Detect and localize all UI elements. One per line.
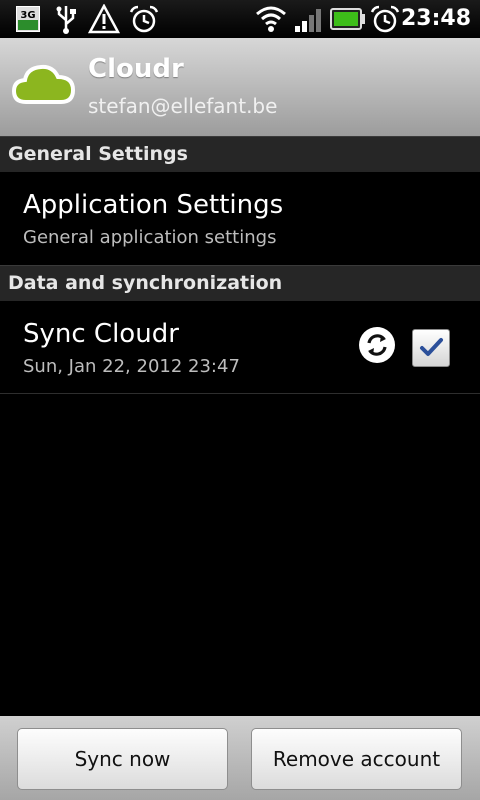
list-divider bbox=[0, 393, 480, 394]
wifi-icon bbox=[254, 4, 288, 38]
section-header-general-settings: General Settings bbox=[0, 136, 480, 172]
alarm-clock-icon bbox=[370, 4, 400, 38]
pref-summary: General application settings bbox=[23, 227, 277, 248]
pref-title: Application Settings bbox=[23, 190, 284, 220]
account-header: Cloudr stefan@ellefant.be bbox=[0, 38, 480, 136]
pref-title: Sync Cloudr bbox=[23, 319, 179, 349]
network-type-label: 3G bbox=[20, 10, 35, 21]
cloud-icon bbox=[11, 62, 76, 110]
bottom-button-bar: Sync now Remove account bbox=[0, 716, 480, 800]
status-bar: 3G 23:48 bbox=[0, 0, 480, 38]
pref-sync-cloudr[interactable]: Sync Cloudr Sun, Jan 22, 2012 23:47 bbox=[0, 301, 480, 393]
3g-data-icon: 3G bbox=[16, 6, 40, 36]
sync-checkbox[interactable] bbox=[412, 329, 450, 367]
remove-account-button[interactable]: Remove account bbox=[251, 728, 462, 790]
usb-icon bbox=[54, 4, 78, 38]
account-name: Cloudr bbox=[88, 54, 184, 84]
section-header-data-sync: Data and synchronization bbox=[0, 265, 480, 301]
status-bar-time: 23:48 bbox=[400, 6, 471, 31]
account-email: stefan@ellefant.be bbox=[88, 94, 278, 118]
last-sync-time: Sun, Jan 22, 2012 23:47 bbox=[23, 356, 240, 377]
sync-now-button[interactable]: Sync now bbox=[17, 728, 228, 790]
pref-application-settings[interactable]: Application Settings General application… bbox=[0, 172, 480, 265]
sync-icon bbox=[358, 326, 396, 368]
signal-icon bbox=[294, 4, 324, 38]
battery-icon bbox=[330, 8, 366, 34]
warning-icon bbox=[87, 3, 121, 38]
alarm-icon bbox=[128, 4, 160, 38]
